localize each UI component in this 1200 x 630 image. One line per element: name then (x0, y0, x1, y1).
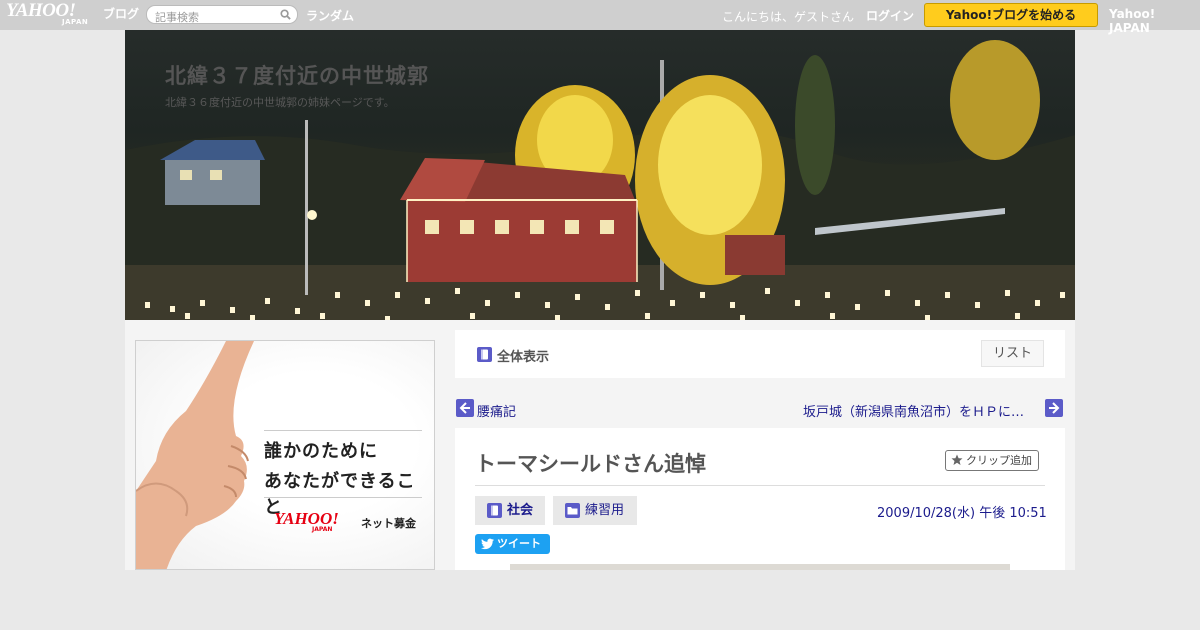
category-label: 社会 (507, 503, 534, 518)
arrow-left-icon[interactable] (456, 399, 474, 417)
yahoo-japan-link[interactable]: Yahoo! JAPAN (1109, 7, 1200, 35)
login-link[interactable]: ログイン (866, 7, 914, 24)
article-title: トーマシールドさん追悼 (475, 452, 706, 476)
arrow-right-icon[interactable] (1045, 399, 1063, 417)
random-link[interactable]: ランダム (306, 7, 354, 24)
category-tag-practice[interactable]: 練習用 (553, 496, 637, 525)
prev-article-link[interactable]: 腰痛記 (477, 401, 516, 420)
clip-add-button[interactable]: クリップ追加 (945, 450, 1039, 471)
top-bar: YAHOO! JAPAN ブログ ランダム こんにちは、ゲストさん ログイン Y… (0, 0, 1200, 35)
twitter-bird-icon (481, 538, 494, 550)
book-icon (477, 347, 492, 362)
search-box (146, 5, 298, 26)
yahoo-logo-sub: JAPAN (62, 18, 89, 26)
content-area: 誰かのために あなたができること YAHOO! JAPAN ネット募金 全体表示… (125, 320, 1075, 570)
next-article-link[interactable]: 坂戸城（新潟県南魚沼市）をＨＰに… (803, 401, 1024, 420)
post-date: 2009/10/28(水) 午後 10:51 (877, 506, 1047, 521)
ad-divider-top (264, 430, 422, 431)
category-label: 練習用 (585, 503, 625, 518)
view-toolbar: 全体表示 リスト (455, 330, 1065, 378)
search-input[interactable] (155, 9, 283, 26)
hands-illustration (136, 341, 254, 569)
category-tag-society[interactable]: 社会 (475, 496, 545, 525)
start-blog-button[interactable]: Yahoo!ブログを始める (924, 3, 1098, 27)
book-icon (487, 503, 502, 518)
article-image (510, 564, 1010, 570)
blog-header-image: 北緯３７度付近の中世城郭 北緯３６度付近の中世城郭の姉妹ページです。 (125, 30, 1075, 320)
article-card: トーマシールドさん追悼 クリップ追加 社会 練習用 2009/10/28(水) … (455, 428, 1065, 570)
star-icon (951, 454, 963, 465)
list-view-button[interactable]: リスト (981, 340, 1044, 367)
tweet-label: ツイート (497, 537, 541, 550)
ad-yahoo-logo-sub: JAPAN (312, 526, 333, 533)
view-all-link[interactable]: 全体表示 (497, 346, 549, 365)
blog-service-label[interactable]: ブログ (103, 5, 139, 22)
title-divider (475, 485, 1045, 486)
ad-fund-label: ネット募金 (361, 517, 416, 530)
greeting-text: こんにちは、ゲストさん (722, 10, 855, 24)
donation-ad-banner[interactable]: 誰かのために あなたができること YAHOO! JAPAN ネット募金 (135, 340, 435, 570)
ad-headline-1: 誰かのために (264, 441, 378, 462)
clip-add-label: クリップ追加 (966, 454, 1032, 467)
search-icon[interactable] (280, 9, 291, 20)
blog-description: 北緯３６度付近の中世城郭の姉妹ページです。 (165, 96, 395, 109)
ad-divider (264, 497, 422, 498)
blog-title[interactable]: 北緯３７度付近の中世城郭 (165, 60, 429, 90)
tweet-button[interactable]: ツイート (475, 534, 550, 554)
folder-icon (565, 503, 580, 518)
